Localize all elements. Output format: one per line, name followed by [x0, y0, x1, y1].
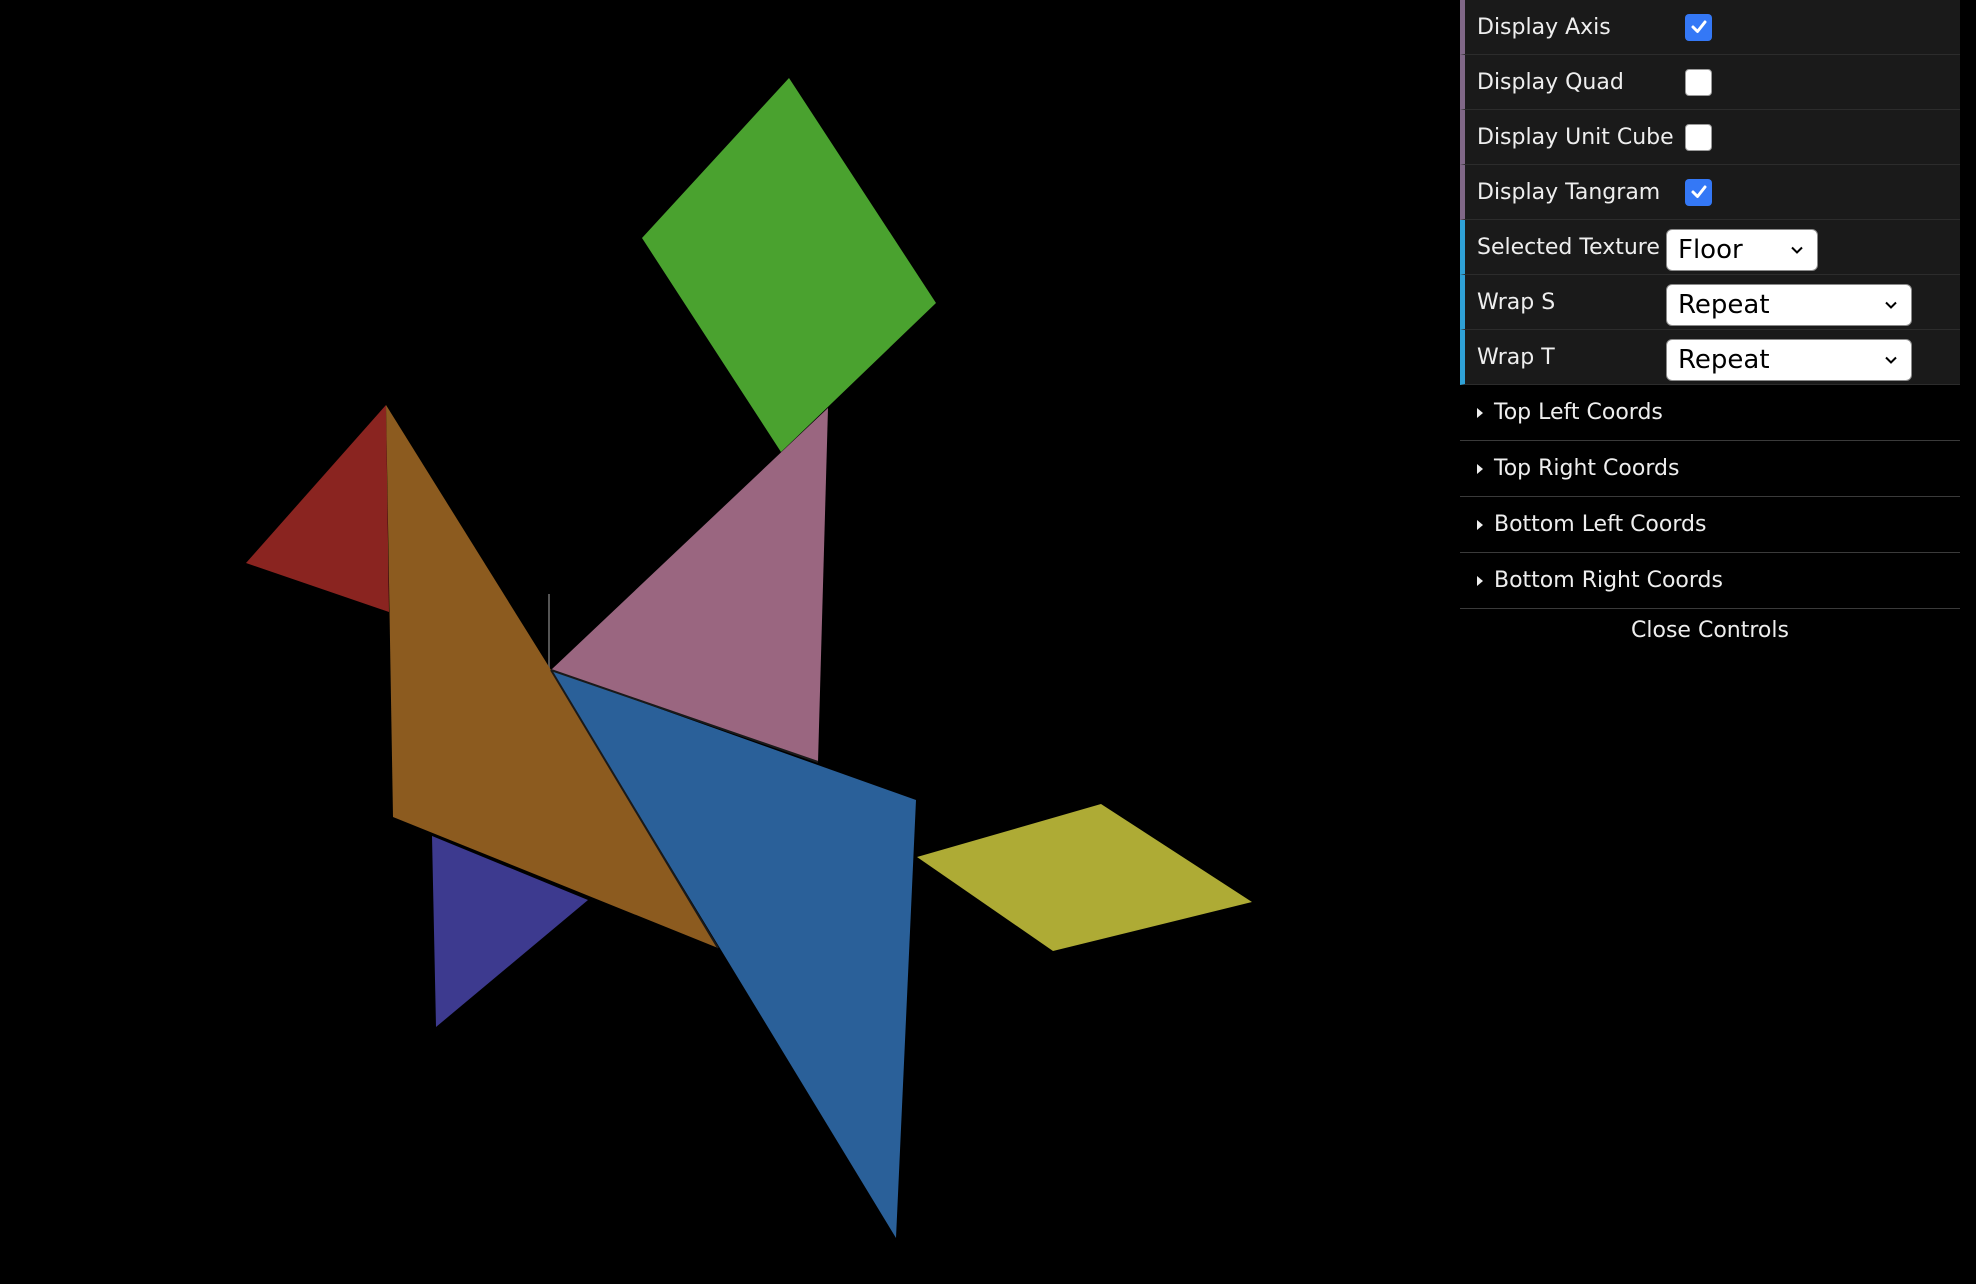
selected-texture-select[interactable]: Floor: [1666, 229, 1818, 271]
chevron-down-icon: [1885, 356, 1897, 364]
caret-right-icon: [1477, 575, 1483, 586]
checkmark-icon: [1691, 20, 1706, 33]
display-axis-label: Display Axis: [1477, 14, 1611, 40]
yellow-parallelogram-piece: [917, 804, 1252, 951]
wrap-t-value: Repeat: [1678, 345, 1770, 375]
webgl-canvas[interactable]: Display Axis Display Quad Display Unit C…: [0, 0, 1976, 1284]
wrap-t-select[interactable]: Repeat: [1666, 339, 1912, 381]
caret-right-icon: [1477, 463, 1483, 474]
display-tangram-checkbox[interactable]: [1685, 178, 1712, 206]
folder-label: Top Right Coords: [1494, 456, 1680, 481]
checkmark-icon: [1691, 185, 1706, 198]
display-axis-control[interactable]: Display Axis: [1460, 0, 1960, 55]
close-controls-button[interactable]: Close Controls: [1460, 609, 1960, 653]
wrap-s-select[interactable]: Repeat: [1666, 284, 1912, 326]
folder-label: Top Left Coords: [1494, 400, 1663, 425]
display-tangram-label: Display Tangram: [1477, 179, 1661, 205]
wrap-s-value: Repeat: [1678, 290, 1770, 320]
display-quad-label: Display Quad: [1477, 69, 1624, 95]
wrap-s-label: Wrap S: [1477, 289, 1556, 315]
wrap-s-control: Wrap S Repeat: [1460, 275, 1960, 330]
folder-label: Bottom Right Coords: [1494, 568, 1723, 593]
display-unit-cube-label: Display Unit Cube: [1477, 124, 1674, 150]
folder-top-left-coords[interactable]: Top Left Coords: [1460, 385, 1960, 441]
caret-right-icon: [1477, 519, 1483, 530]
selected-texture-value: Floor: [1678, 235, 1743, 265]
folder-top-right-coords[interactable]: Top Right Coords: [1460, 441, 1960, 497]
folder-bottom-left-coords[interactable]: Bottom Left Coords: [1460, 497, 1960, 553]
caret-right-icon: [1477, 407, 1483, 418]
folder-label: Bottom Left Coords: [1494, 512, 1707, 537]
wrap-t-control: Wrap T Repeat: [1460, 330, 1960, 385]
selected-texture-label: Selected Texture: [1477, 234, 1660, 260]
display-unit-cube-control[interactable]: Display Unit Cube: [1460, 110, 1960, 165]
display-quad-control[interactable]: Display Quad: [1460, 55, 1960, 110]
chevron-down-icon: [1885, 301, 1897, 309]
display-quad-checkbox[interactable]: [1685, 68, 1712, 96]
display-axis-checkbox[interactable]: [1685, 13, 1712, 41]
selected-texture-control: Selected Texture Floor: [1460, 220, 1960, 275]
red-small-triangle-piece: [246, 405, 389, 612]
controls-panel: Display Axis Display Quad Display Unit C…: [1460, 0, 1960, 653]
chevron-down-icon: [1791, 246, 1803, 254]
display-unit-cube-checkbox[interactable]: [1685, 123, 1712, 151]
display-tangram-control[interactable]: Display Tangram: [1460, 165, 1960, 220]
blue-large-triangle-piece: [551, 670, 916, 1238]
wrap-t-label: Wrap T: [1477, 344, 1555, 370]
green-square-piece: [642, 78, 936, 452]
folder-bottom-right-coords[interactable]: Bottom Right Coords: [1460, 553, 1960, 609]
